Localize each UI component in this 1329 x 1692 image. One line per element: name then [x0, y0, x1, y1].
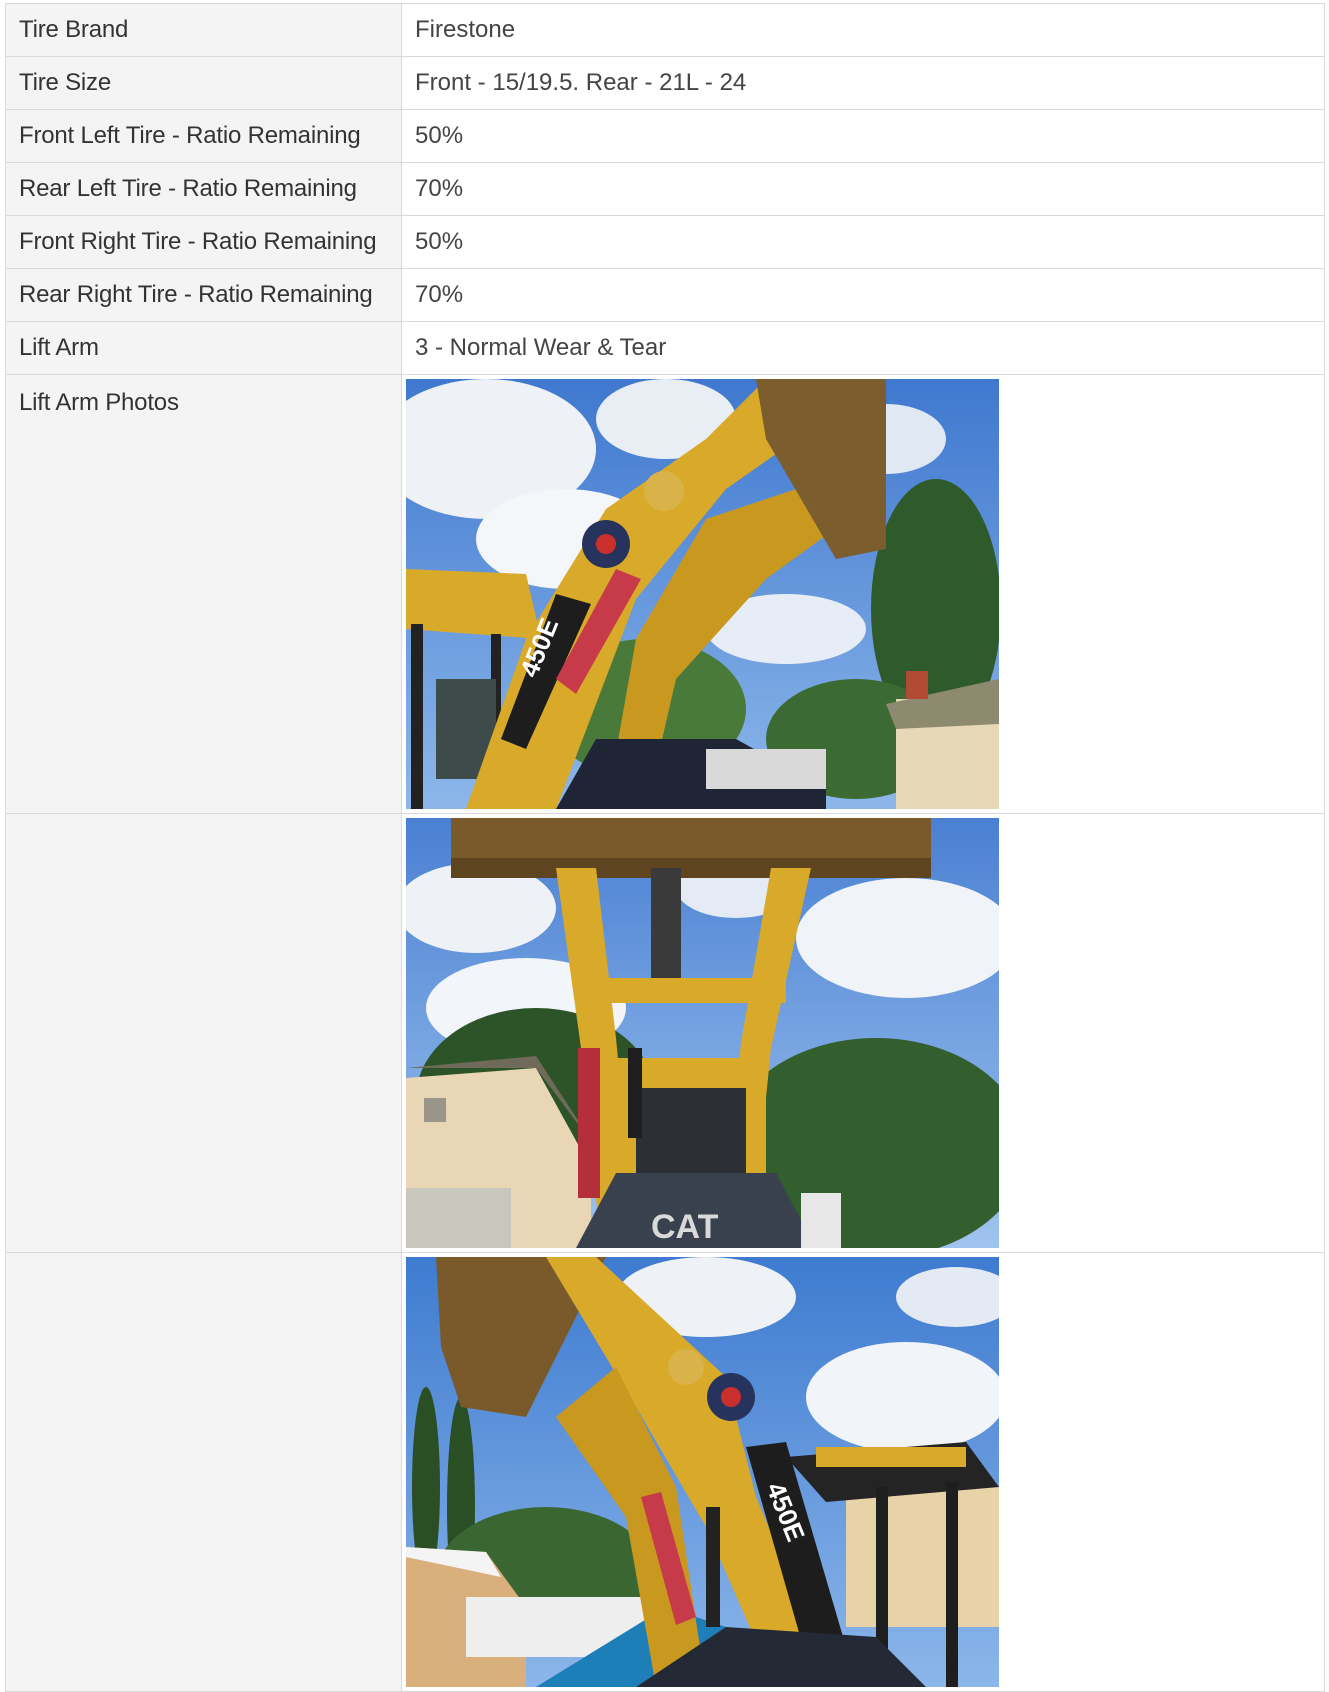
row-value: 3 - Normal Wear & Tear [401, 321, 1325, 375]
table-row: 450E [5, 1252, 1325, 1692]
row-label [5, 1252, 402, 1692]
table-row: Front Right Tire - Ratio Remaining 50% [5, 215, 1325, 269]
equipment-details-table: Tire Brand Firestone Tire Size Front - 1… [5, 3, 1325, 1692]
row-label: Front Right Tire - Ratio Remaining [5, 215, 402, 269]
row-label: Lift Arm [5, 321, 402, 375]
row-label: Tire Brand [5, 3, 402, 57]
row-label [5, 813, 402, 1253]
row-value: 70% [401, 162, 1325, 216]
table-row: CAT [5, 813, 1325, 1253]
row-value: 70% [401, 268, 1325, 322]
row-label: Lift Arm Photos [5, 374, 402, 814]
table-row: Front Left Tire - Ratio Remaining 50% [5, 109, 1325, 163]
row-value: 50% [401, 215, 1325, 269]
row-value: Firestone [401, 3, 1325, 57]
brand-decal: CAT [651, 1208, 719, 1246]
photo-cell: CAT [401, 813, 1325, 1253]
photo-image: 450E [406, 1257, 999, 1687]
table-row: Rear Right Tire - Ratio Remaining 70% [5, 268, 1325, 322]
table-row: Tire Size Front - 15/19.5. Rear - 21L - … [5, 56, 1325, 110]
photo-image: CAT [406, 818, 999, 1248]
row-label: Rear Left Tire - Ratio Remaining [5, 162, 402, 216]
table-row: Tire Brand Firestone [5, 3, 1325, 57]
row-label: Rear Right Tire - Ratio Remaining [5, 268, 402, 322]
table-row: Rear Left Tire - Ratio Remaining 70% [5, 162, 1325, 216]
loader-side-arm-photo[interactable]: 450E [406, 1257, 999, 1687]
table-row: Lift Arm 3 - Normal Wear & Tear [5, 321, 1325, 375]
row-label: Front Left Tire - Ratio Remaining [5, 109, 402, 163]
loader-front-bucket-photo[interactable]: CAT [406, 818, 999, 1248]
photo-cell: 450E [401, 1252, 1325, 1692]
photo-image: 450E [406, 379, 999, 809]
table-row: Lift Arm Photos 450E [5, 374, 1325, 814]
row-value: 50% [401, 109, 1325, 163]
row-value: Front - 15/19.5. Rear - 21L - 24 [401, 56, 1325, 110]
loader-lift-arm-photo[interactable]: 450E [406, 379, 999, 809]
row-label: Tire Size [5, 56, 402, 110]
photo-cell: 450E [401, 374, 1325, 814]
